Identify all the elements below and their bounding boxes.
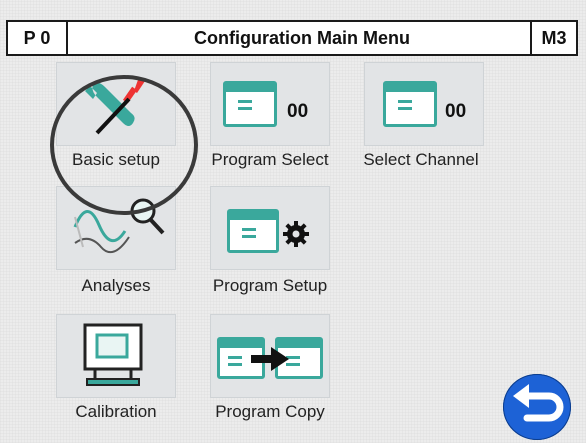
program-select-button[interactable]: 00 [210, 62, 330, 146]
highlight-circle [50, 75, 198, 215]
select-channel-label: Select Channel [363, 150, 479, 169]
monitor-icon [83, 323, 143, 386]
window-icon [383, 81, 437, 127]
header-bar: P 0 Configuration Main Menu M3 [6, 20, 578, 56]
back-button[interactable] [503, 374, 571, 440]
program-select-label: Program Select [211, 150, 329, 169]
window-icon [223, 81, 277, 127]
select-channel-button[interactable]: 00 [364, 62, 484, 146]
program-indicator: P 0 [8, 22, 68, 54]
arrow-right-icon [251, 347, 289, 371]
page-title: Configuration Main Menu [194, 28, 410, 48]
back-arrow-icon [513, 384, 564, 422]
select-channel-value: 00 [445, 101, 467, 122]
program-setup-label: Program Setup [212, 276, 328, 295]
program-setup-button[interactable] [210, 186, 330, 270]
program-copy-label: Program Copy [215, 402, 325, 421]
calibration-label: Calibration [75, 402, 157, 421]
window-icon [227, 209, 279, 253]
configuration-screen: P 0 Configuration Main Menu M3 Basic set… [0, 0, 586, 443]
calibration-button[interactable] [56, 314, 176, 398]
analyses-label: Analyses [81, 276, 151, 295]
program-copy-button[interactable] [210, 314, 330, 398]
mode-indicator: M3 [530, 22, 576, 54]
gear-icon [283, 221, 309, 247]
program-select-value: 00 [287, 101, 309, 122]
